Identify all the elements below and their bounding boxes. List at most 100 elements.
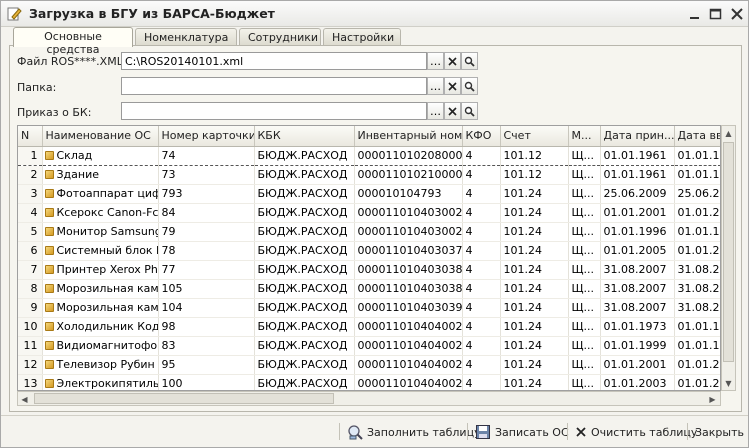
vertical-scrollbar[interactable]: ▲ ▼ — [721, 125, 736, 391]
table-row[interactable]: 11 Видиомагнитофон...83БЮДЖ.РАСХОД0000110… — [18, 336, 720, 356]
asset-name-text: Телевизор Рубин — [56, 358, 155, 371]
table-row[interactable]: 9 Морозильная кам... 104 БЮДЖ.РАСХОД 0000110… — [18, 298, 720, 318]
table-row[interactable]: 5 Монитор Samsung 79 БЮДЖ.РАСХОД 00001101040… — [18, 222, 720, 242]
maximize-icon[interactable] — [708, 6, 724, 22]
table-row[interactable]: 7 Принтер Xerox Pha...77БЮДЖ.РАСХОД000011… — [18, 260, 720, 280]
cell-name: Ксерокс Canon-Fc ... — [42, 203, 159, 223]
scroll-right-icon[interactable]: ▶ — [706, 392, 719, 406]
col-header-acceptance-date[interactable]: Дата прин... — [600, 126, 675, 147]
tab-employees[interactable]: Сотрудники — [239, 28, 321, 46]
cell-kbk: БЮДЖ.РАСХОД — [254, 222, 355, 242]
order-field[interactable] — [121, 102, 427, 120]
folder-clear-button[interactable] — [444, 77, 461, 95]
col-header-commission-date[interactable]: Дата вв — [674, 126, 720, 147]
col-header-kbk[interactable]: КБК — [254, 126, 355, 147]
cell-acceptance-date: 01.01.2003 — [600, 374, 675, 390]
table-row[interactable]: 13 Электрокипятильн...100БЮДЖ.РАСХОД00001… — [18, 374, 720, 390]
asset-name-text: Видиомагнитофон... — [56, 339, 158, 352]
cell-kbk: БЮДЖ.РАСХОД — [254, 374, 355, 390]
import-window: Загрузка в БГУ из БАРСА-Бюджет Основные … — [0, 0, 749, 448]
asset-row-icon — [44, 170, 54, 179]
file-select-button[interactable]: … — [427, 52, 444, 70]
col-header-inventory-number[interactable]: Инвентарный ном... — [354, 126, 463, 147]
cell-inventory-number: 0000110104030389 — [354, 279, 463, 299]
cell-kfo: 4 — [462, 222, 501, 242]
window-title: Загрузка в БГУ из БАРСА-Бюджет — [29, 6, 275, 21]
cell-n: 13 — [18, 374, 43, 390]
folder-open-button[interactable] — [461, 77, 478, 95]
tab-strip: Основные средства Номенклатура Сотрудник… — [1, 27, 748, 56]
cell-n: 2 — [18, 165, 43, 185]
table-header: N Наименование ОС Номер карточки КБК Инв… — [18, 126, 720, 147]
folder-select-button[interactable]: … — [427, 77, 444, 95]
cell-inventory-number: 0000110104030390 — [354, 298, 463, 318]
cell-inventory-number: 0000110104030388 — [354, 260, 463, 280]
cell-account: 101.24 — [500, 355, 569, 375]
clear-table-button[interactable]: Очистить таблицу — [575, 422, 697, 442]
cell-kbk: БЮДЖ.РАСХОД — [254, 336, 355, 356]
order-clear-button[interactable] — [444, 102, 461, 120]
vertical-scroll-thumb[interactable] — [723, 142, 734, 362]
cell-inventory-number: 0000110104040020 — [354, 317, 463, 337]
order-select-button[interactable]: … — [427, 102, 444, 120]
table-row[interactable]: 6 Системный блок К...78БЮДЖ.РАСХОД0000110… — [18, 241, 720, 261]
cell-account: 101.24 — [500, 222, 569, 242]
file-clear-button[interactable] — [444, 52, 461, 70]
table-row[interactable]: 10 Холодильник Кодры98БЮДЖ.РАСХОД00001101… — [18, 317, 720, 337]
cell-name: Системный блок К... — [42, 241, 159, 261]
table-row[interactable]: 8 Морозильная кам... 105 БЮДЖ.РАСХОД 0000110… — [18, 279, 720, 299]
cell-card-number: 105 — [158, 279, 255, 299]
horizontal-scrollbar[interactable]: ◀ ▶ — [17, 391, 721, 406]
cell-kfo: 4 — [462, 279, 501, 299]
assets-table[interactable]: N Наименование ОС Номер карточки КБК Инв… — [17, 125, 721, 391]
scroll-left-icon[interactable]: ◀ — [18, 392, 31, 406]
asset-name-text: Холодильник Кодры — [56, 320, 158, 333]
file-label: Файл ROS****.XML: — [17, 55, 127, 68]
cell-inventory-number: 000010104793 — [354, 184, 463, 204]
cell-card-number: 78 — [158, 241, 255, 261]
asset-row-icon — [44, 189, 54, 198]
cell-card-number: 74 — [158, 145, 255, 166]
clear-table-label: Очистить таблицу — [591, 425, 698, 439]
file-open-button[interactable] — [461, 52, 478, 70]
folder-field[interactable] — [121, 77, 427, 95]
table-row[interactable]: 12 Телевизор Рубин 95 БЮДЖ.РАСХОД 0000110104… — [18, 355, 720, 375]
cell-m: Щ... — [568, 165, 601, 185]
cell-m: Щ... — [568, 241, 601, 261]
tab-settings[interactable]: Настройки — [323, 28, 401, 46]
asset-name-text: Здание — [56, 168, 100, 181]
cell-n: 5 — [18, 222, 43, 242]
save-assets-button[interactable]: Записать ОС — [475, 422, 569, 442]
tab-nomenclature[interactable]: Номенклатура — [135, 28, 237, 46]
table-row[interactable]: 2 Здание 73 БЮДЖ.РАСХОД 0000110102100001 4 101… — [18, 165, 720, 185]
minimize-icon[interactable] — [687, 6, 703, 22]
cell-card-number: 100 — [158, 374, 255, 390]
cell-commission-date: 01.01.20 — [674, 355, 720, 375]
col-header-card-number[interactable]: Номер карточки — [158, 126, 255, 147]
scroll-up-icon[interactable]: ▲ — [722, 126, 735, 140]
asset-row-icon — [44, 246, 54, 255]
col-header-name[interactable]: Наименование ОС — [42, 126, 159, 147]
order-open-button[interactable] — [461, 102, 478, 120]
scroll-down-icon[interactable]: ▼ — [722, 376, 735, 390]
table-row[interactable]: 1 Склад 74 БЮДЖ.РАСХОД 0000110102080002 4 101.… — [18, 145, 720, 166]
cell-commission-date: 01.01.19 — [674, 317, 720, 337]
horizontal-scroll-thumb[interactable] — [34, 393, 334, 404]
table-row[interactable]: 4 Ксерокс Canon-Fc ...84БЮДЖ.РАСХОД000011… — [18, 203, 720, 223]
file-field[interactable]: C:\ROS20140101.xml — [121, 52, 427, 70]
col-header-m[interactable]: М... — [568, 126, 601, 147]
table-row[interactable]: 3 Фотоаппарат циф...793БЮДЖ.РАСХОД0000101… — [18, 184, 720, 204]
fill-table-button[interactable]: Заполнить таблицу — [347, 422, 481, 442]
close-icon[interactable] — [729, 6, 745, 22]
separator — [687, 423, 688, 440]
cell-n: 9 — [18, 298, 43, 318]
cell-card-number: 79 — [158, 222, 255, 242]
col-header-account[interactable]: Счет — [500, 126, 569, 147]
col-header-kfo[interactable]: КФО — [462, 126, 501, 147]
asset-name-text: Фотоаппарат циф... — [56, 187, 158, 200]
tab-fixed-assets[interactable]: Основные средства — [13, 27, 133, 56]
cell-commission-date: 01.01.19 — [674, 222, 720, 242]
close-button[interactable]: Закрыть — [695, 422, 744, 442]
cell-account: 101.24 — [500, 374, 569, 390]
col-header-n[interactable]: N — [18, 126, 43, 147]
